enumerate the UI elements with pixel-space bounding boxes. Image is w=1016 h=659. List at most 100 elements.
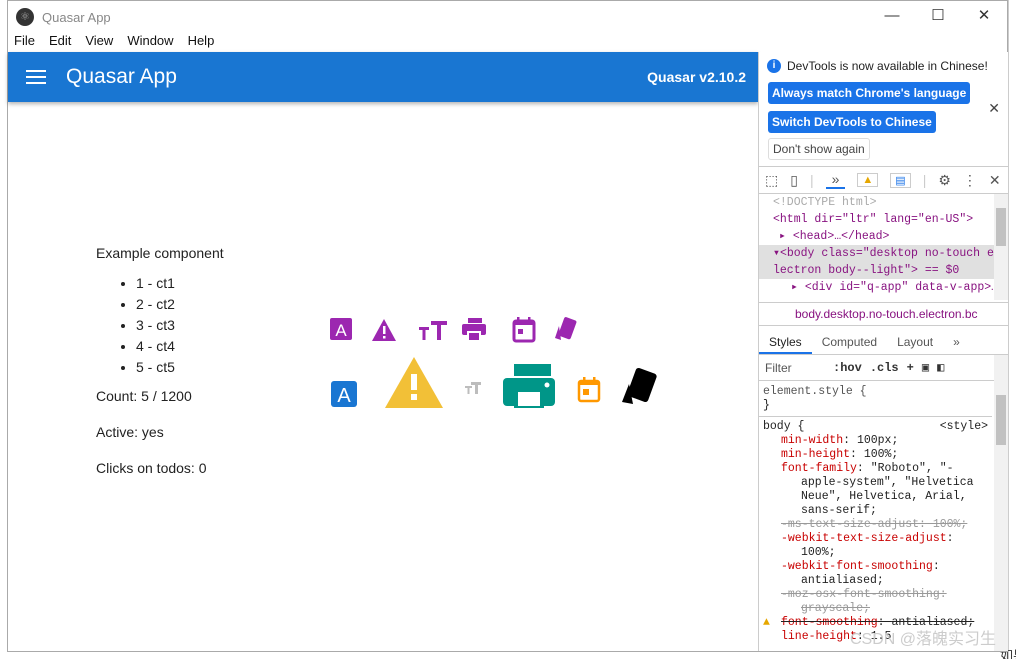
qapp-node-text: <div id="q-app" data-v-app>… xyxy=(804,281,999,294)
title-bar: ⚛ Quasar App — ☐ ✕ xyxy=(8,1,1007,33)
qapp-node[interactable]: ▸ <div id="q-app" data-v-app>… xyxy=(773,279,1008,296)
rule-line: sans-serif; xyxy=(801,504,877,517)
example-title: Example component xyxy=(96,245,224,261)
warning-icon xyxy=(385,357,443,408)
switch-chinese-button[interactable]: Switch DevTools to Chinese xyxy=(768,111,936,133)
print-icon xyxy=(503,364,555,408)
inspect-icon[interactable]: ⬚ xyxy=(765,172,778,189)
rule-line[interactable]: font-family: "Roboto", "- xyxy=(763,462,988,476)
tab-styles[interactable]: Styles xyxy=(759,329,812,354)
more-tabs-icon[interactable]: » xyxy=(825,171,846,189)
styles-tabs: Styles Computed Layout » xyxy=(759,329,1008,355)
todo-item[interactable]: 2 - ct2 xyxy=(136,296,224,317)
rule-line[interactable]: -webkit-font-smoothing: xyxy=(763,560,988,574)
event-icon xyxy=(512,317,536,343)
menu-file[interactable]: File xyxy=(14,33,35,52)
new-rule-icon[interactable]: + xyxy=(907,361,914,375)
todo-item[interactable]: 4 - ct4 xyxy=(136,338,224,359)
paint-icon[interactable]: ▣ xyxy=(922,360,929,375)
styles-scrollbar[interactable] xyxy=(994,355,1008,651)
minimize-button[interactable]: — xyxy=(869,1,915,33)
rule-line: apple-system", "Helvetica xyxy=(801,476,974,489)
html-node[interactable]: <html dir="ltr" lang="en-US"> xyxy=(773,211,1008,228)
tab-layout[interactable]: Layout xyxy=(887,329,943,354)
selector: body { xyxy=(763,420,805,433)
rule-line: body { <style> xyxy=(763,420,988,434)
match-language-button[interactable]: Always match Chrome's language xyxy=(768,82,971,104)
close-button[interactable]: ✕ xyxy=(961,1,1007,33)
language-banner: i DevTools is now available in Chinese! xyxy=(759,52,1008,80)
body-rule: body { <style> min-width: 100px; min-heig… xyxy=(759,417,992,647)
background-window xyxy=(1008,0,1016,659)
electron-logo-icon: ⚛ xyxy=(16,8,34,26)
styles-filter-bar: Filter :hov .cls + ▣ ◧ xyxy=(759,355,1008,381)
example-component: Example component 1 - ct1 2 - ct2 3 - ct… xyxy=(96,245,224,476)
prop: -webkit-text-size-adjust xyxy=(781,532,947,545)
body-node-text: <body class="desktop no-touch e xyxy=(779,247,994,260)
head-node[interactable]: ▸ <head>…</head> xyxy=(773,228,1008,245)
menu-window[interactable]: Window xyxy=(127,33,173,52)
doctype-node[interactable]: <!DOCTYPE html> xyxy=(773,194,1008,211)
close-devtools-icon[interactable]: ✕ xyxy=(989,172,1001,189)
warning-icon xyxy=(372,319,396,341)
banner-text: DevTools is now available in Chinese! xyxy=(787,59,988,73)
rule-line: antialiased; xyxy=(801,574,884,587)
hov-button[interactable]: :hov xyxy=(833,361,862,375)
rule-source[interactable]: <style> xyxy=(940,420,988,434)
toggle-sidebar-icon[interactable]: ◧ xyxy=(937,360,944,375)
settings-icon[interactable]: ⚙ xyxy=(938,172,951,189)
menu-view[interactable]: View xyxy=(85,33,113,52)
devtools-panel: i DevTools is now available in Chinese! … xyxy=(758,52,1008,651)
body-node[interactable]: ▾<body class="desktop no-touch e lectron … xyxy=(759,245,1008,279)
format-size-icon xyxy=(419,321,447,340)
style-icon xyxy=(555,317,577,340)
rule-line[interactable]: -moz-osx-font-smoothing: xyxy=(763,588,988,602)
maximize-button[interactable]: ☐ xyxy=(915,1,961,33)
event-icon xyxy=(577,377,601,403)
devtools-toolbar: ⬚ ▯ | » ▲ ▤ | ⚙ ⋮ ✕ xyxy=(759,166,1008,194)
breadcrumb[interactable]: body.desktop.no-touch.electron.bc xyxy=(759,302,1008,326)
icon-showcase: A A xyxy=(330,317,657,408)
prop: font-family xyxy=(781,462,857,475)
warning-icon: ▲ xyxy=(763,616,770,629)
styles-pane: element.style {} body { <style> min-width… xyxy=(759,382,992,647)
todo-item[interactable]: 1 - ct1 xyxy=(136,275,224,296)
device-toggle-icon[interactable]: ▯ xyxy=(790,172,798,189)
head-node-text: <head>…</head> xyxy=(792,230,890,243)
value: "Roboto", "- xyxy=(870,462,954,475)
dont-show-button[interactable]: Don't show again xyxy=(768,138,870,160)
elements-scrollbar[interactable] xyxy=(994,194,1008,300)
warning-badge-icon[interactable]: ▲ xyxy=(857,173,879,187)
todo-list: 1 - ct1 2 - ct2 3 - ct3 4 - ct4 5 - ct5 xyxy=(136,275,224,380)
filter-input[interactable]: Filter xyxy=(765,361,833,375)
app-title: Quasar App xyxy=(66,65,177,88)
prop: min-height xyxy=(781,448,851,461)
menu-edit[interactable]: Edit xyxy=(49,33,71,52)
tab-more[interactable]: » xyxy=(943,329,970,354)
electron-window: ⚛ Quasar App — ☐ ✕ File Edit View Window… xyxy=(7,0,1008,652)
app-area: Quasar App Quasar v2.10.2 Example compon… xyxy=(8,52,758,651)
tab-computed[interactable]: Computed xyxy=(812,329,887,354)
cls-button[interactable]: .cls xyxy=(870,361,899,375)
rule-line[interactable]: min-width: 100px; xyxy=(763,434,988,448)
menu-bar: File Edit View Window Help xyxy=(8,33,1007,52)
rule-line[interactable]: -webkit-text-size-adjust: xyxy=(763,532,988,546)
value: 100px; xyxy=(856,434,899,447)
more-options-icon[interactable]: ⋮ xyxy=(963,172,977,189)
rule-line[interactable]: -ms-text-size-adjust: 100%; xyxy=(763,518,988,532)
messages-badge-icon[interactable]: ▤ xyxy=(890,172,911,188)
rule-line: } xyxy=(763,399,770,412)
rule-line: element.style { xyxy=(763,385,867,398)
rule-line[interactable]: min-height: 100%; xyxy=(763,448,988,462)
prop: -webkit-font-smoothing xyxy=(781,560,933,573)
value: 100%; xyxy=(863,448,899,461)
menu-icon[interactable] xyxy=(26,66,46,88)
print-icon xyxy=(462,318,486,340)
todo-item[interactable]: 3 - ct3 xyxy=(136,317,224,338)
menu-help[interactable]: Help xyxy=(188,33,215,52)
close-banner-icon[interactable]: ✕ xyxy=(988,100,1000,117)
todo-item[interactable]: 5 - ct5 xyxy=(136,359,224,380)
font-download-icon: A xyxy=(331,381,357,407)
font-download-icon: A xyxy=(330,318,352,340)
prop: min-width xyxy=(781,434,844,447)
